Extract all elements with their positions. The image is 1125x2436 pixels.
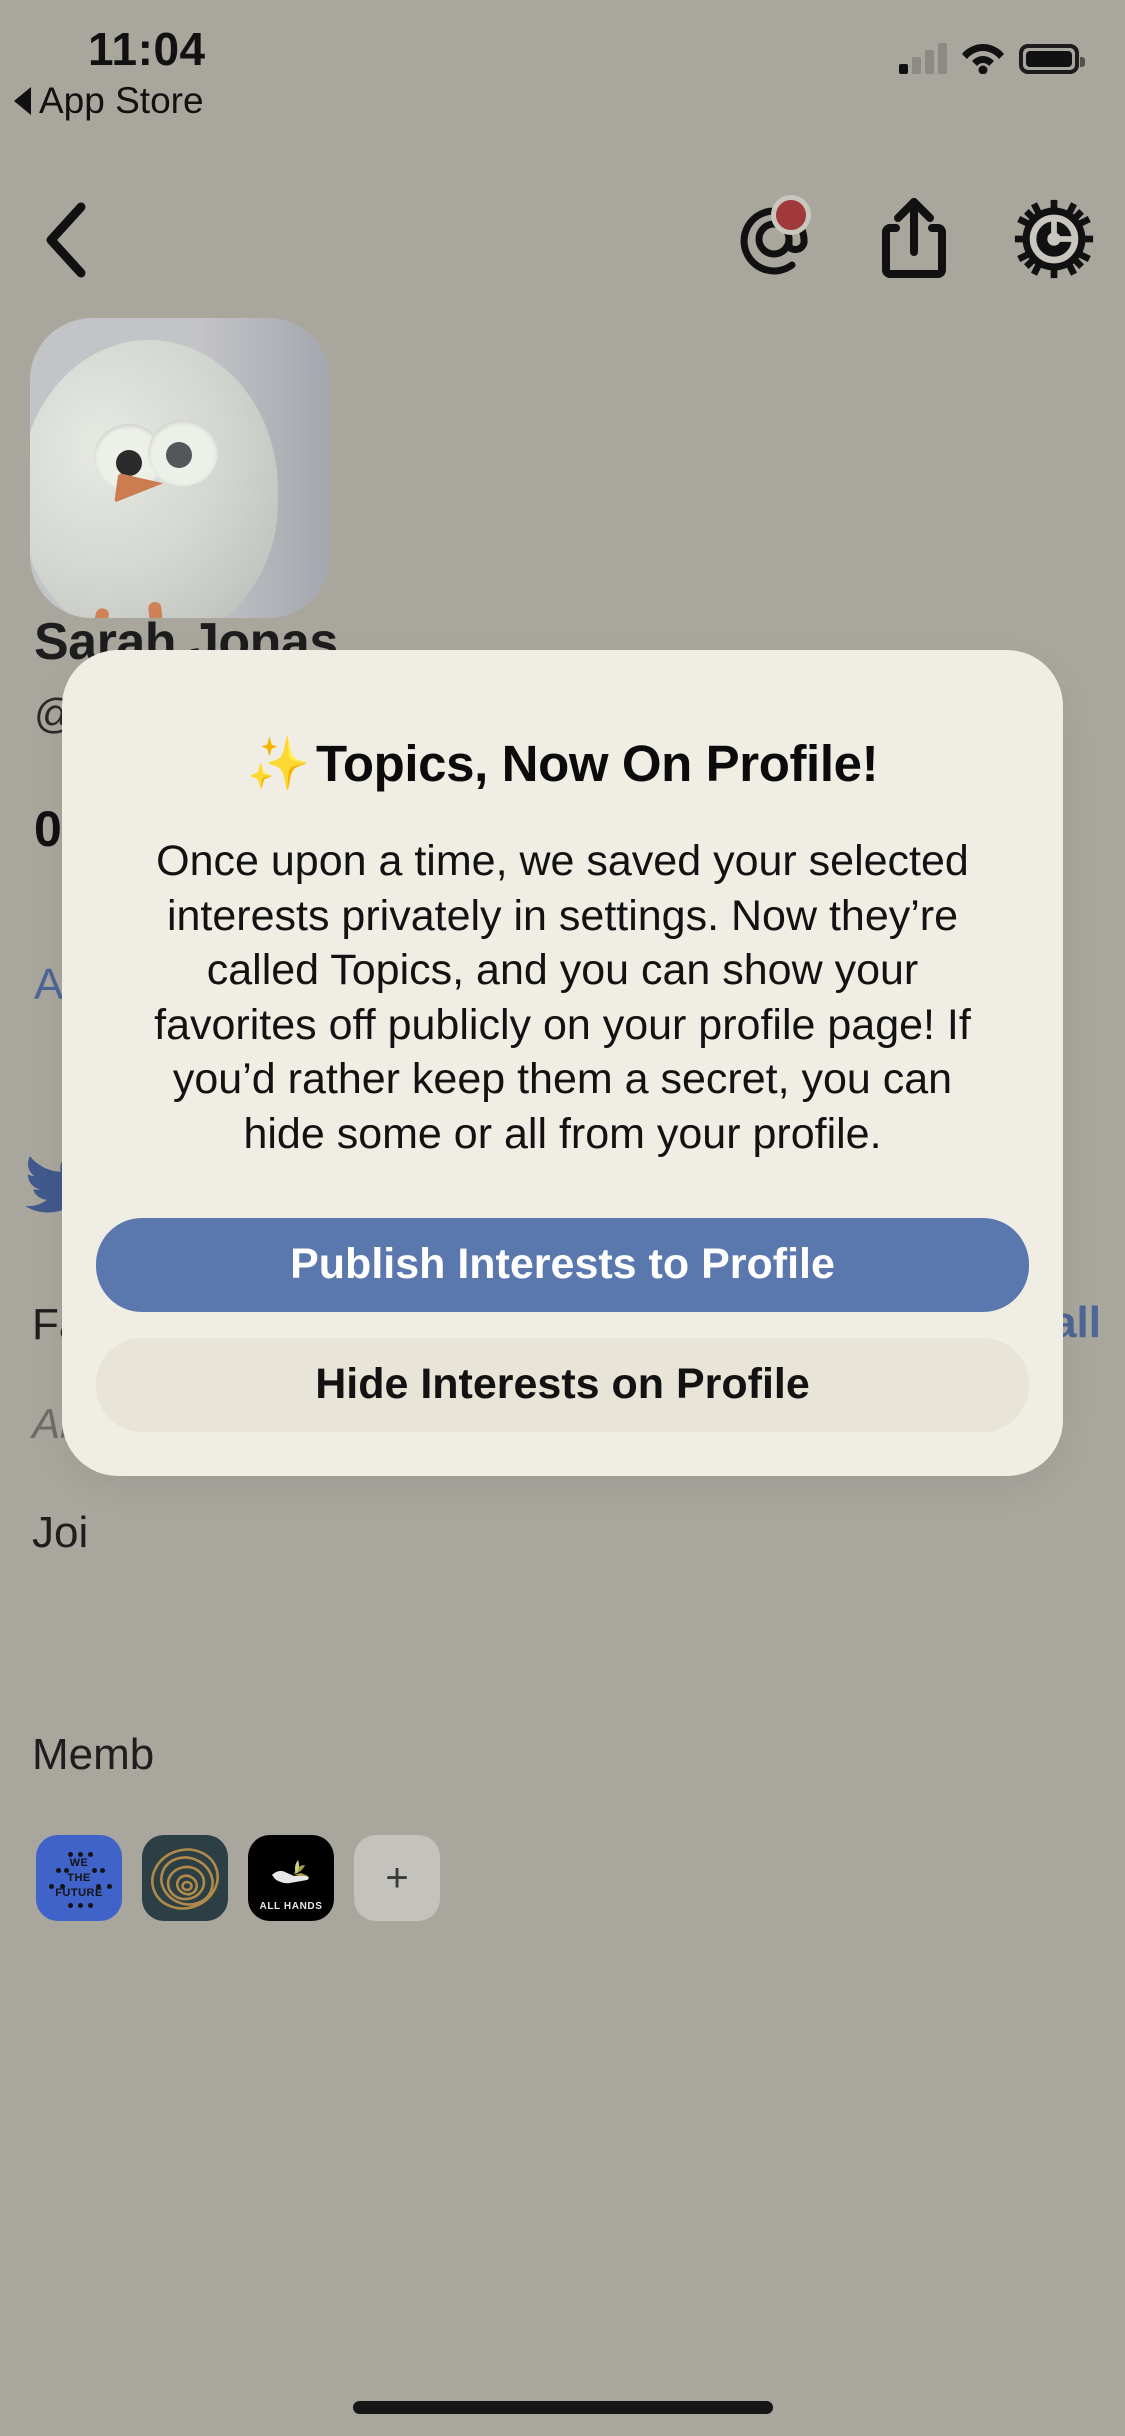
wifi-icon (962, 44, 1004, 74)
profile-stat-count: 0 (34, 801, 62, 857)
back-triangle-icon (14, 87, 31, 115)
nav-toolbar (0, 185, 1125, 300)
avatar[interactable] (30, 318, 330, 618)
back-app-label: App Store (39, 80, 204, 121)
mentions-button[interactable] (733, 193, 815, 285)
community-line-1: WE (69, 1857, 89, 1869)
modal-actions: Publish Interests to Profile Hide Intere… (96, 1217, 1029, 1432)
back-button[interactable] (20, 195, 110, 285)
gear-icon (1014, 199, 1094, 279)
back-to-app-store-button[interactable]: App Store (14, 80, 204, 122)
cellular-signal-icon (899, 42, 947, 74)
profile-joined-label: Joi (32, 1508, 89, 1557)
status-bar: 11:04 App Store (0, 0, 1125, 160)
community-label-all-hands: ALL HANDS (259, 1901, 323, 1912)
nav-actions (733, 193, 1095, 285)
community-icon-all-hands[interactable]: ALL HANDS (248, 1835, 334, 1921)
community-line-2: THE (67, 1872, 91, 1884)
spiral-icon (151, 1848, 219, 1910)
phone-screen: 11:04 App Store Sarah Jonas 0 Ad Fa All … (0, 0, 1125, 2436)
modal-title-text: Topics, Now On Profile! (315, 735, 879, 792)
topics-announcement-modal: ✨ Topics, Now On Profile! Once upon a tim… (62, 650, 1063, 1476)
community-icon-we-the-future[interactable]: WE THE FUTURE (36, 1835, 122, 1921)
community-line-3: FUTURE (55, 1887, 103, 1899)
profile-memberships-label: Memb (32, 1730, 155, 1779)
modal-body-text: Once upon a time, we saved your selected… (154, 837, 971, 1159)
status-time: 11:04 (88, 23, 206, 75)
share-icon (882, 198, 946, 278)
avatar-eye-right (148, 420, 218, 486)
avatar-beak (114, 472, 164, 510)
hand-with-plant-icon (272, 1860, 309, 1884)
add-community-button[interactable]: + (354, 1835, 440, 1921)
settings-button[interactable] (1013, 193, 1095, 285)
battery-icon (1019, 44, 1085, 74)
publish-interests-button[interactable]: Publish Interests to Profile (96, 1217, 1029, 1312)
hide-interests-button[interactable]: Hide Interests on Profile (96, 1337, 1029, 1432)
community-icons-row: WE THE FUTURE ALL HANDS + (36, 1835, 440, 1921)
home-indicator[interactable] (352, 2401, 773, 2414)
chevron-left-icon (46, 202, 86, 278)
status-indicators (899, 40, 1085, 74)
mentions-badge (771, 195, 811, 235)
sparkles-icon: ✨ (246, 735, 311, 792)
share-button[interactable] (873, 193, 955, 285)
community-icon-spiral[interactable] (142, 1835, 228, 1921)
modal-title: ✨ Topics, Now On Profile! (122, 734, 1003, 794)
